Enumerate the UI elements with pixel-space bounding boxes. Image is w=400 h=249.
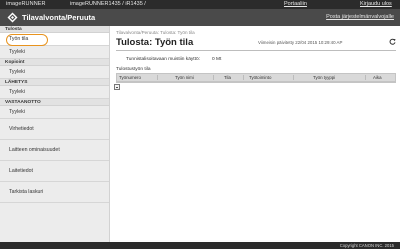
- sidebar-item-error-info[interactable]: Virhetiedot: [0, 119, 109, 140]
- copyright-text: Copyright CANON INC. 2015: [339, 243, 394, 248]
- top-bar: imageRUNNER imageRUNNER1435 / iR1435 / P…: [0, 0, 400, 9]
- expand-icon[interactable]: [114, 84, 120, 90]
- section-header-print: Tulosta: [0, 26, 109, 33]
- app-title-bar: Tilavalvonta/Peruuta Posta järjestelmänv…: [0, 9, 400, 26]
- column-divider: [157, 75, 158, 80]
- col-status: Tila: [224, 75, 231, 80]
- app-title: Tilavalvonta/Peruuta: [22, 13, 96, 22]
- brand-name: imageRUNNER: [6, 1, 46, 7]
- page-title: Tulosta: Työn tila: [116, 37, 194, 48]
- title-divider: [116, 50, 396, 51]
- table-divider: [116, 82, 396, 83]
- column-divider: [213, 75, 214, 80]
- sidebar-item-send-log[interactable]: Tyyleki: [0, 86, 109, 99]
- main-content: Tilavalvonta/Peruuta: Tulosta: Työn tila…: [110, 26, 400, 249]
- canon-diamond-icon: [7, 12, 18, 23]
- sidebar-item-device-features[interactable]: Laitteen ominaisuudet: [0, 140, 109, 161]
- sidebar-item-receive-log[interactable]: Tyyleki: [0, 106, 109, 119]
- column-divider: [293, 75, 294, 80]
- col-job-type: Työn tyyppi: [313, 75, 336, 80]
- col-time: Aika: [373, 75, 382, 80]
- footer: Copyright CANON INC. 2015: [0, 242, 400, 249]
- col-job-number: Työnumero: [119, 75, 141, 80]
- portal-home-link[interactable]: Posta järjestelmänvalvojalle: [326, 9, 394, 26]
- refresh-icon[interactable]: [389, 38, 396, 45]
- sidebar: Tulosta Työn tila Tyyleki Kopioint Tyyle…: [0, 26, 110, 249]
- column-divider: [243, 75, 244, 80]
- last-updated-text: Viimeisin päivitetty 22/04 2015 10:29:40…: [258, 40, 343, 45]
- sidebar-item-check-counter[interactable]: Tarkista laskuri: [0, 182, 109, 203]
- section-header-send: LÄHETYS: [0, 79, 109, 86]
- job-table-header: Työnumero Työn nimi Tila Työtoiminto Työ…: [116, 73, 396, 82]
- portal-link[interactable]: Portaaliin: [284, 0, 307, 9]
- section-header-copy: Kopioint: [0, 59, 109, 66]
- col-job-function: Työtoiminto: [249, 75, 272, 80]
- sidebar-item-job-status[interactable]: Työn tila: [0, 33, 109, 46]
- sidebar-item-print-log[interactable]: Tyyleki: [0, 46, 109, 59]
- memory-usage-label: Tunnistalisoitavaan muistiin käyttö:: [126, 57, 200, 62]
- logout-link[interactable]: Kirjaudu ulos: [360, 0, 392, 9]
- sidebar-item-copy-log[interactable]: Tyyleki: [0, 66, 109, 79]
- col-job-name: Työn nimi: [175, 75, 194, 80]
- column-divider: [365, 75, 366, 80]
- sidebar-item-device-info[interactable]: Laitetiedot: [0, 161, 109, 182]
- memory-usage-value: 0 Mt: [212, 57, 222, 62]
- section-header-receive: VASTAANOTTO: [0, 99, 109, 106]
- breadcrumb: Tilavalvonta/Peruuta: Tulosta: Työn tila: [116, 30, 195, 35]
- device-model: imageRUNNER1435 / iR1435 /: [70, 1, 146, 7]
- job-status-label: Tulostustyön tila: [116, 67, 151, 72]
